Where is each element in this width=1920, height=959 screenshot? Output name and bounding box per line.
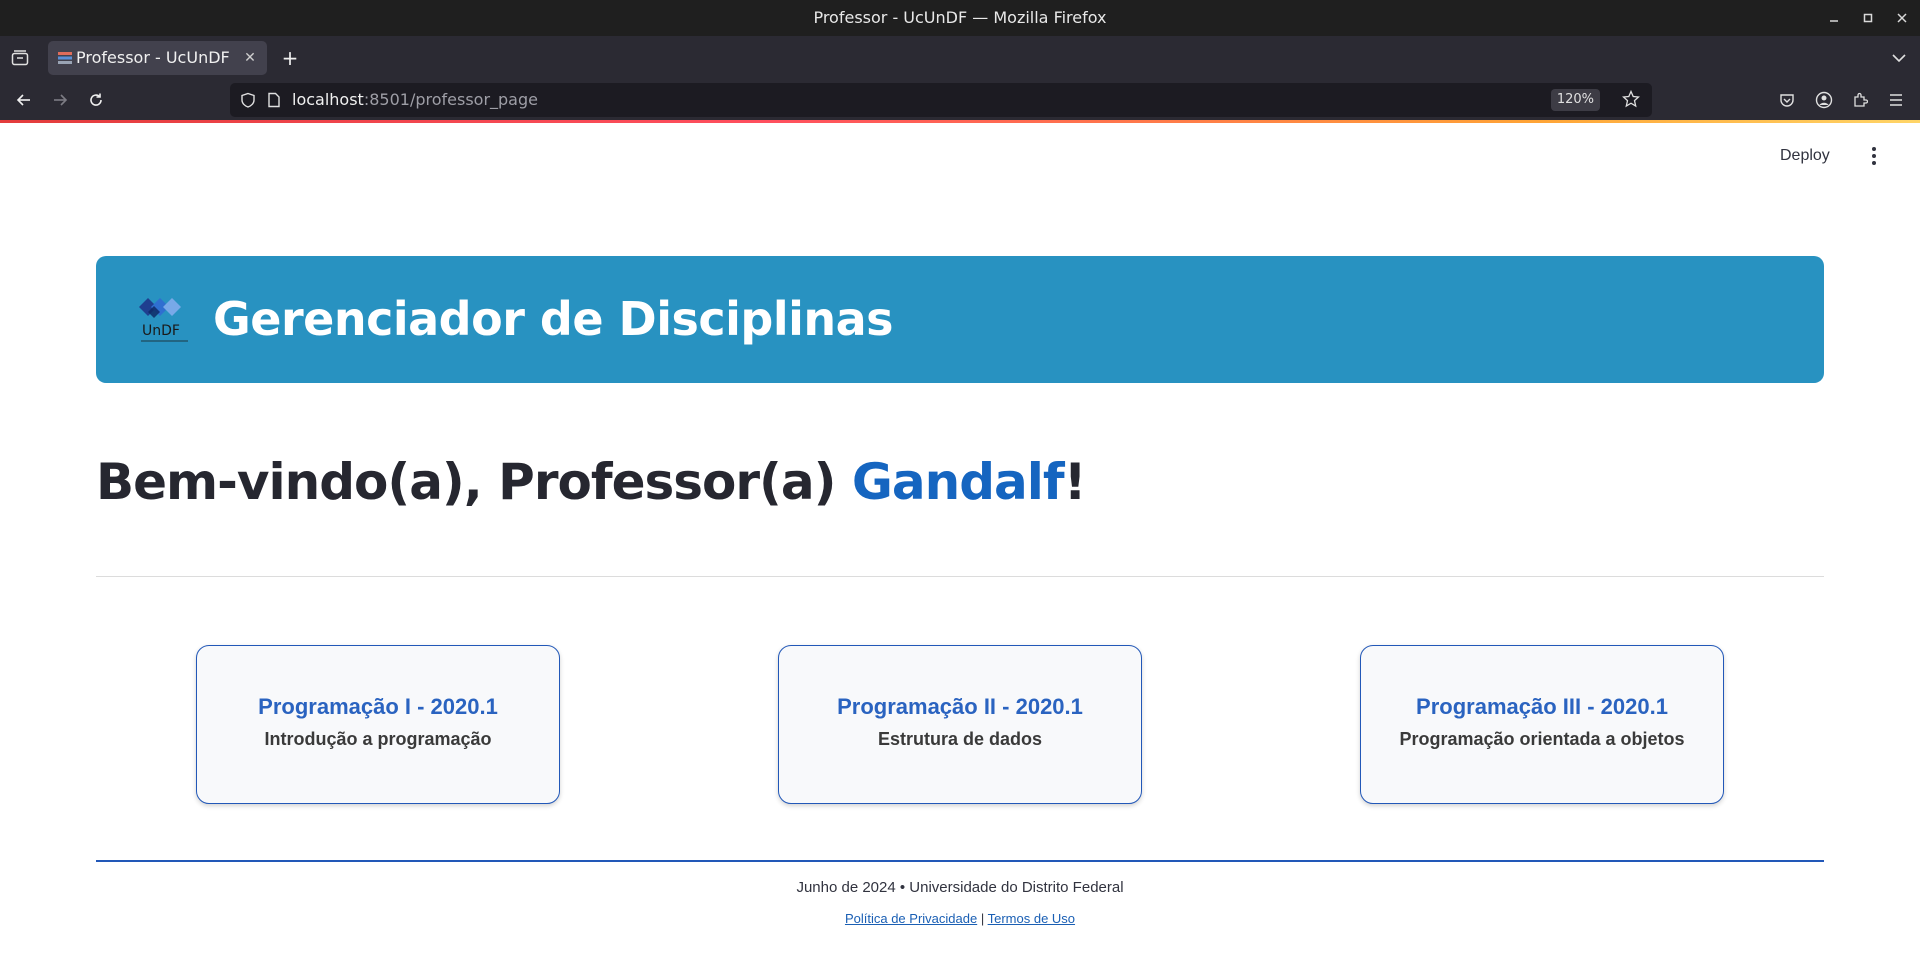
window-titlebar: Professor - UcUnDF — Mozilla Firefox [0,0,1920,36]
course-subtitle: Programação orientada a objetos [1399,729,1685,749]
footer-divider [96,860,1824,862]
pocket-icon[interactable] [1773,86,1801,114]
tab-label: Professor - UcUnDF [76,48,230,67]
url-bar[interactable]: localhost:8501/professor_page 120% [230,83,1652,117]
tab-close-icon[interactable]: ✕ [241,49,259,67]
course-card[interactable]: Programação I - 2020.1 Introdução a prog… [196,645,560,804]
course-card[interactable]: Programação III - 2020.1 Programação ori… [1360,645,1724,804]
tab-strip: Professor - UcUnDF ✕ + [0,36,1920,80]
welcome-suffix: ! [1063,453,1087,511]
course-card[interactable]: Programação II - 2020.1 Estrutura de dad… [778,645,1142,804]
url-host: localhost [292,90,364,109]
welcome-prefix: Bem-vindo(a), Professor(a) [96,453,852,511]
course-subtitle: Introdução a programação [264,729,492,749]
header-banner: UnDF Gerenciador de Disciplinas [96,256,1824,383]
page-content: Deploy UnDF Gerenciador de Disciplinas B… [0,123,1920,959]
minimize-icon[interactable] [1816,0,1852,36]
banner-title: Gerenciador de Disciplinas [213,292,894,346]
svg-text:UnDF: UnDF [142,323,180,339]
zoom-level-button[interactable]: 120% [1550,89,1600,111]
tab-professor[interactable]: Professor - UcUnDF ✕ [48,41,267,75]
back-icon[interactable] [10,86,38,114]
course-title: Programação II - 2020.1 [837,694,1083,719]
professor-name: Gandalf [851,453,1065,511]
bookmark-star-icon[interactable] [1622,90,1640,108]
footer-links: Política de Privacidade | Termos de Uso [0,911,1920,926]
footer-separator: | [980,911,985,926]
streamlit-favicon-icon [58,52,72,64]
url-path: :8501/professor_page [363,90,538,109]
forward-icon[interactable] [46,86,74,114]
maximize-icon[interactable] [1850,0,1886,36]
deploy-button[interactable]: Deploy [1780,143,1830,169]
main-menu-kebab-icon[interactable] [1864,143,1884,169]
firefox-view-icon[interactable] [6,44,34,72]
list-all-tabs-icon[interactable] [1886,45,1912,71]
course-title: Programação III - 2020.1 [1416,694,1668,719]
page-info-icon[interactable] [267,92,281,108]
close-window-icon[interactable] [1884,0,1920,36]
privacy-policy-link[interactable]: Política de Privacidade [845,911,977,926]
course-subtitle: Estrutura de dados [877,729,1043,749]
shield-icon[interactable] [240,92,256,108]
account-icon[interactable] [1810,86,1838,114]
url-text[interactable]: localhost:8501/professor_page [292,83,538,117]
menu-icon[interactable] [1882,86,1910,114]
footer-text: Junho de 2024 • Universidade do Distrito… [796,879,1124,896]
reload-icon[interactable] [82,86,110,114]
navigation-bar: localhost:8501/professor_page 120% [0,80,1920,120]
window-title: Professor - UcUnDF — Mozilla Firefox [813,8,1107,27]
extensions-icon[interactable] [1846,86,1874,114]
divider [96,576,1824,577]
terms-of-use-link[interactable]: Termos de Uso [988,911,1075,926]
course-title: Programação I - 2020.1 [258,694,498,719]
undf-logo: UnDF [139,298,188,342]
welcome-heading: Bem-vindo(a), Professor(a) Gandalf! [96,453,1087,511]
new-tab-button[interactable]: + [277,45,303,71]
